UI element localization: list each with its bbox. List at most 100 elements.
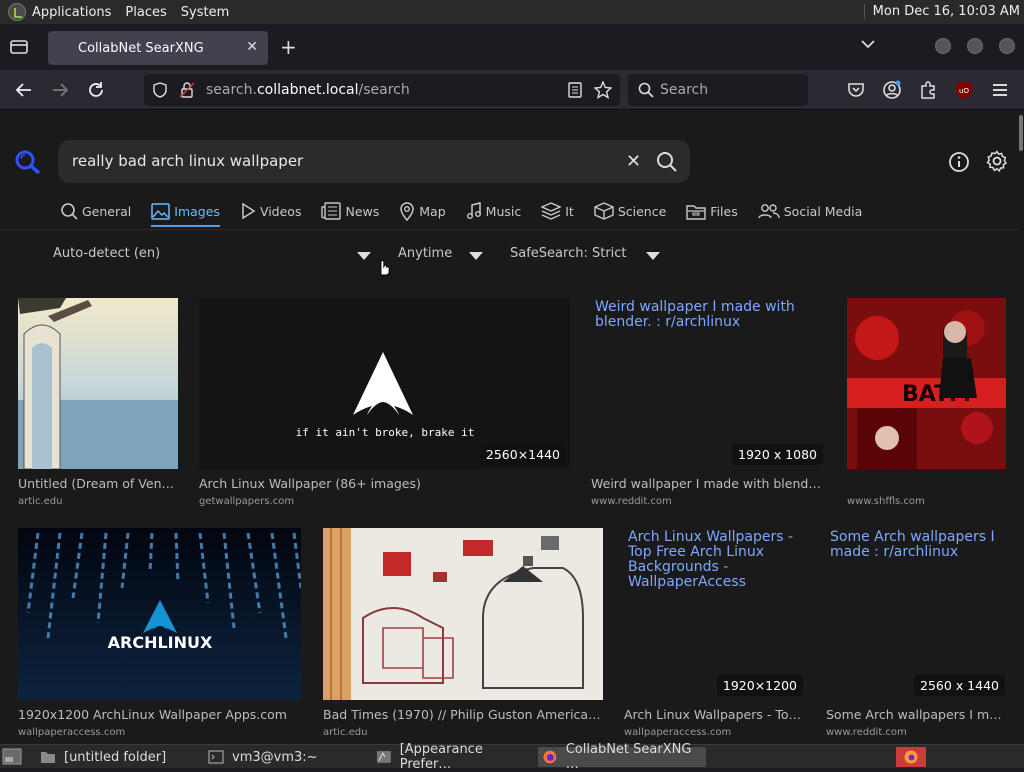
image-result-card[interactable]: Weird wallpaper I made with blender. : r… [591, 298, 827, 510]
taskbar-item-terminal[interactable]: vm3@vm3:~ [204, 747, 370, 767]
firefox-tray-icon[interactable] [896, 747, 926, 767]
image-result-card[interactable]: Untitled (Dream of Venus… artic.edu [18, 298, 178, 510]
list-all-tabs-icon[interactable] [10, 39, 28, 55]
image-result-card[interactable]: Some Arch wallpapers I made : r/archlinu… [826, 528, 1009, 740]
time-range-select[interactable]: Anytime [398, 246, 452, 261]
image-result-card[interactable]: ARCHLINUX 1920x1200 ArchLinux Wallpaper … [18, 528, 301, 740]
result-thumbnail[interactable]: Weird wallpaper I made with blender. : r… [591, 298, 827, 469]
account-icon[interactable] [882, 80, 902, 100]
chevron-down-icon[interactable] [860, 36, 876, 52]
close-window-icon[interactable] [999, 38, 1015, 54]
cube-icon [594, 202, 614, 220]
tab-news[interactable]: News [321, 199, 379, 223]
lock-icon[interactable] [180, 82, 194, 98]
search-submit-icon[interactable] [656, 151, 678, 173]
result-thumbnail[interactable]: BATM [847, 298, 1006, 469]
result-title[interactable]: Arch Linux Wallpaper (86+ images) [199, 476, 570, 491]
preferences-gear-icon[interactable] [986, 150, 1008, 172]
image-icon [151, 202, 171, 220]
system-menu[interactable]: System [181, 5, 229, 20]
show-desktop-icon[interactable] [2, 748, 22, 765]
image-result-card[interactable]: BATM www.shffls.com [847, 298, 1006, 510]
close-tab-icon[interactable]: ✕ [246, 39, 258, 55]
tab-general[interactable]: General [60, 199, 131, 223]
result-thumbnail[interactable]: Some Arch wallpapers I made : r/archlinu… [826, 528, 1009, 700]
tab-images[interactable]: Images [151, 199, 220, 227]
info-icon[interactable] [948, 151, 970, 173]
broken-image-alt-text: Some Arch wallpapers I made : r/archlinu… [830, 529, 995, 560]
resolution-badge: 2560 x 1440 [914, 675, 1005, 696]
tab-videos[interactable]: Videos [240, 199, 301, 223]
image-result-card[interactable]: Bad Times (1970) // Philip Guston Americ… [323, 528, 603, 740]
url-bar[interactable]: search.collabnet.local/search [144, 74, 620, 106]
result-thumbnail[interactable] [323, 528, 603, 700]
forward-arrow-icon[interactable] [50, 80, 70, 100]
tab-map[interactable]: Map [399, 199, 446, 223]
back-arrow-icon[interactable] [14, 80, 34, 100]
shield-icon[interactable] [152, 82, 168, 98]
image-result-card[interactable]: Arch Linux Wallpapers - Top Free Arch Li… [624, 528, 807, 740]
searxng-logo-icon[interactable] [14, 149, 42, 175]
result-thumbnail[interactable]: Arch Linux Wallpapers - Top Free Arch Li… [624, 528, 807, 700]
result-title[interactable]: Bad Times (1970) // Philip Guston Americ… [323, 707, 603, 722]
new-tab-icon[interactable]: + [280, 35, 297, 59]
search-input[interactable]: really bad arch linux wallpaper [72, 152, 303, 170]
time-range-dropdown-arrow-icon[interactable] [469, 252, 483, 260]
navigation-bar: search.collabnet.local/search Search uO [0, 70, 1024, 110]
play-icon [242, 203, 256, 219]
tab-science[interactable]: Science [594, 199, 666, 223]
taskbar-item-firefox[interactable]: CollabNet SearXNG … [538, 742, 706, 772]
reload-icon[interactable] [86, 80, 106, 100]
language-select[interactable]: Auto-detect (en) [53, 246, 160, 261]
applications-menu[interactable]: Applications [32, 5, 111, 20]
search-filters: Auto-detect (en) Anytime SafeSearch: Str… [0, 229, 1018, 281]
result-thumbnail[interactable] [18, 298, 178, 469]
result-thumbnail[interactable]: ARCHLINUX [18, 528, 301, 700]
pocket-icon[interactable] [846, 80, 866, 100]
taskbar-item-untitled-folder[interactable]: [untitled folder] [36, 747, 202, 767]
taskbar-item-appearance-preferences[interactable]: [Appearance Prefer… [372, 742, 536, 772]
result-title[interactable]: Untitled (Dream of Venus… [18, 476, 178, 491]
result-source: artic.edu [323, 727, 368, 738]
panel-clock[interactable]: Mon Dec 16, 10:03 AM [863, 4, 1020, 19]
tab-music[interactable]: Music [466, 199, 521, 223]
hamburger-menu-icon[interactable] [990, 80, 1010, 100]
tab-bar: CollabNet SearXNG ✕ + [0, 24, 1024, 70]
folder-icon [41, 752, 55, 763]
image-result-card[interactable]: if it ain't broke, brake it 2560×1440 Ar… [199, 298, 570, 510]
result-thumbnail[interactable]: if it ain't broke, brake it 2560×1440 [199, 298, 570, 469]
result-source: getwallpapers.com [199, 496, 295, 507]
tab-files[interactable]: Files [686, 199, 738, 223]
search-icon [61, 203, 78, 220]
result-title[interactable]: 1920x1200 ArchLinux Wallpaper Apps.com [18, 707, 301, 722]
minimize-window-icon[interactable] [935, 38, 951, 54]
safesearch-dropdown-arrow-icon[interactable] [646, 252, 660, 260]
browser-search-bar[interactable]: Search [628, 74, 808, 106]
bookmark-star-icon[interactable] [594, 81, 612, 99]
terminal-icon [208, 750, 224, 764]
result-source: artic.edu [18, 496, 63, 507]
extensions-puzzle-icon[interactable] [918, 80, 938, 100]
places-menu[interactable]: Places [125, 5, 166, 20]
searxng-page: really bad arch linux wallpaper ✕ Genera… [0, 111, 1018, 744]
dream-of-venus-painting-image [18, 298, 178, 469]
tab-social-media[interactable]: Social Media [758, 199, 862, 223]
people-icon [758, 204, 780, 219]
distro-logo-icon[interactable] [8, 3, 26, 21]
safesearch-select[interactable]: SafeSearch: Strict [510, 246, 627, 261]
maximize-window-icon[interactable] [967, 38, 983, 54]
result-title[interactable]: Some Arch wallpapers I mad… [826, 707, 1009, 722]
result-title[interactable]: Weird wallpaper I made with blender. : … [591, 476, 827, 491]
folder-icon [686, 205, 706, 220]
page-scrollbar[interactable] [1018, 111, 1024, 744]
ublock-origin-icon[interactable]: uO [954, 80, 974, 100]
tab-collabnet-searxng[interactable]: CollabNet SearXNG ✕ [48, 31, 268, 65]
clear-search-icon[interactable]: ✕ [626, 151, 641, 172]
result-title[interactable]: Arch Linux Wallpapers - Top … [624, 707, 807, 722]
search-icon [638, 82, 654, 98]
language-dropdown-arrow-icon[interactable] [357, 252, 371, 260]
reader-view-icon[interactable] [568, 82, 582, 98]
scrollbar-thumb[interactable] [1019, 115, 1023, 151]
tab-it[interactable]: It [541, 199, 574, 223]
search-query-box[interactable]: really bad arch linux wallpaper ✕ [58, 140, 690, 183]
